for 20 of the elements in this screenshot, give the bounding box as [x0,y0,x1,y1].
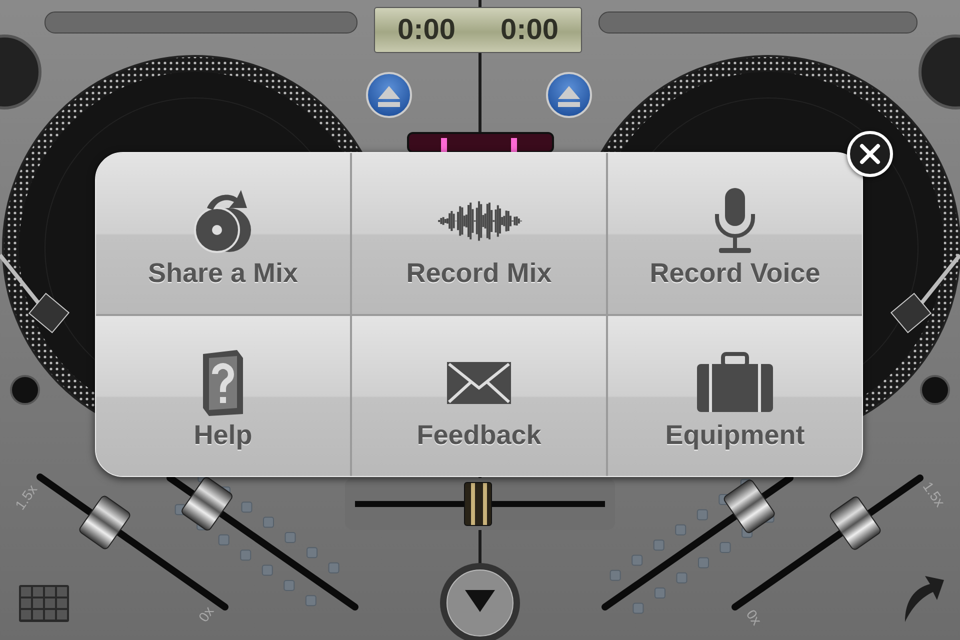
time-readout: 0:00 [500,14,559,46]
scale-label: 0x [195,603,217,625]
time-readout: 0:00 [397,14,456,46]
menu-item[interactable]: Record Voice [608,153,862,314]
menu-item[interactable]: Record Mix [352,153,606,314]
slider-track[interactable] [602,474,794,610]
eject-button[interactable] [366,72,412,118]
menu-item[interactable]: Help [96,316,350,476]
down-arrow-button[interactable] [440,563,520,640]
eject-button[interactable] [546,72,592,118]
menu-item[interactable]: Share a Mix [96,153,350,314]
slider-track[interactable] [732,474,924,610]
menu-item[interactable]: Feedback [352,316,606,476]
knob-drawing [10,375,40,405]
close-icon [857,141,883,167]
crossfader-thumb[interactable] [464,482,492,526]
share-arrow-icon[interactable] [905,576,944,622]
scale-label: 0x [743,606,765,628]
knob-drawing [920,375,950,405]
menu-item[interactable]: Equipment [608,316,862,476]
